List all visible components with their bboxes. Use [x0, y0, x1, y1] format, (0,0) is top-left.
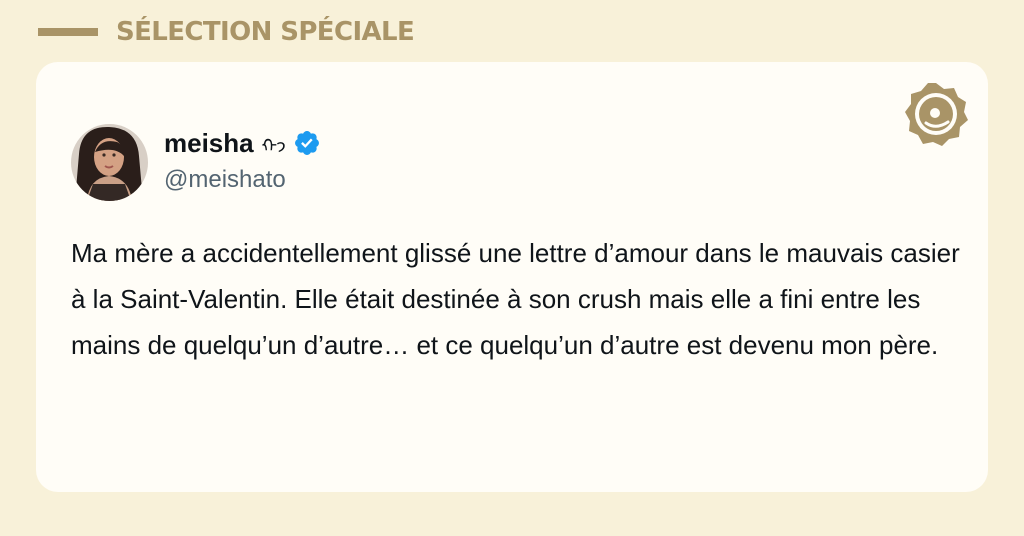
tweet-author: meisha ᡣ𐭩 @meishato [164, 126, 321, 194]
section-accent-bar [38, 28, 98, 36]
section-header: SÉLECTION SPÉCIALE [38, 14, 415, 50]
tweet-card: meisha ᡣ𐭩 @meishato Ma mère a accidentel… [36, 62, 988, 492]
author-display-name[interactable]: meisha [164, 128, 254, 159]
section-title: SÉLECTION SPÉCIALE [116, 17, 415, 47]
verified-badge-icon [294, 131, 319, 155]
avatar[interactable] [71, 124, 148, 201]
author-name-line: meisha ᡣ𐭩 [164, 126, 321, 160]
sun-face-logo-icon [905, 83, 968, 146]
author-handle[interactable]: @meishato [164, 166, 321, 194]
author-name-emoji: ᡣ𐭩 [261, 136, 287, 156]
tweet-text: Ma mère a accidentellement glissé une le… [71, 238, 960, 360]
